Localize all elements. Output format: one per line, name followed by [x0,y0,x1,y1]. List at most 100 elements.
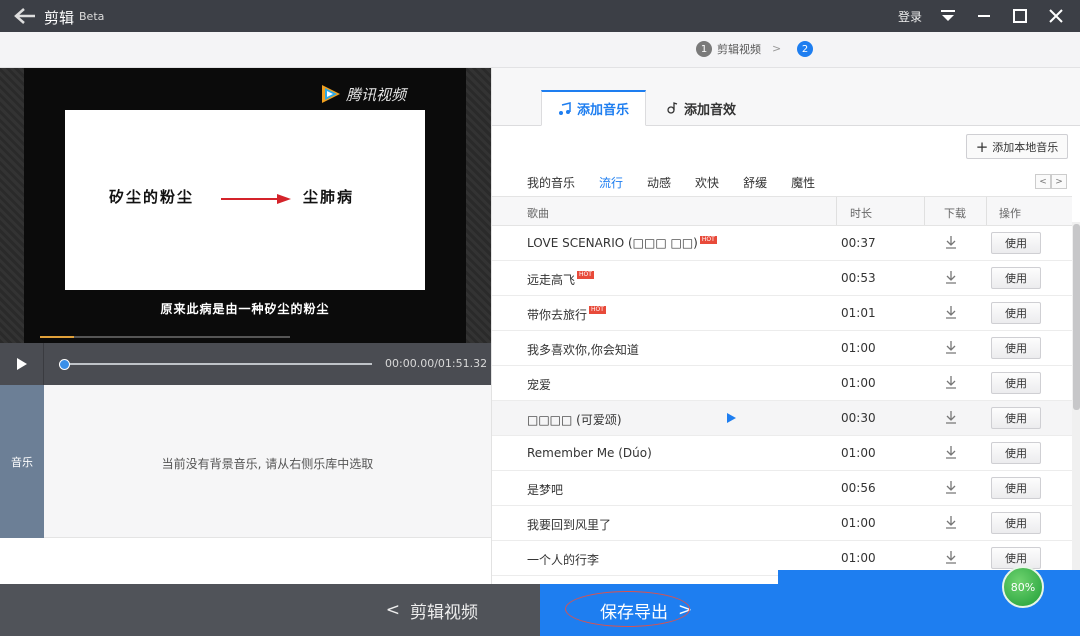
column-divider [836,197,837,225]
minimize-icon[interactable] [974,6,994,26]
category-tabs: 我的音乐 流行 动感 欢快 舒缓 魔性 [527,174,839,191]
song-row[interactable]: Remember Me (Dúo) 01:00 使用 [492,436,1072,471]
dropdown-menu-icon[interactable] [938,6,958,26]
category-soothing[interactable]: 舒缓 [743,174,767,191]
step-separator-icon: > [772,42,782,55]
slide-text-left: 矽尘的粉尘 [109,188,195,206]
column-download: 下载 [944,207,966,220]
song-title-text: Remember Me (Dúo) [527,446,652,460]
song-duration: 01:00 [841,446,876,460]
music-library-panel: 添加音乐 添加音效 + 添加本地音乐 我的音乐 流行 动感 欢快 舒缓 魔性 <… [491,68,1080,584]
song-title: 我多喜欢你,你会知道 [527,341,639,358]
use-song-button[interactable]: 使用 [991,232,1041,254]
back-arrow-icon[interactable] [14,7,36,25]
download-icon[interactable] [944,480,958,494]
song-title: 远走高飞 HOT [527,271,594,288]
song-duration: 00:37 [841,236,876,250]
song-duration: 01:00 [841,376,876,390]
hot-badge: HOT [699,236,717,244]
progress-badge: 80% [1002,566,1044,608]
slide-text-right: 尘肺病 [303,188,355,206]
song-row[interactable]: LOVE SCENARIO (□□□ □□) HOT 00:37 使用 [492,226,1072,261]
watermark: 腾讯视频 [318,82,406,106]
play-button[interactable] [0,343,44,385]
song-row[interactable]: 我要回到风里了 01:00 使用 [492,506,1072,541]
hot-badge: HOT [577,271,594,279]
use-song-button[interactable]: 使用 [991,477,1041,499]
download-icon[interactable] [944,410,958,424]
playback-progress-track[interactable] [64,363,372,365]
pager-next-button[interactable]: > [1051,174,1067,189]
category-my-music[interactable]: 我的音乐 [527,174,575,191]
song-title: LOVE SCENARIO (□□□ □□) HOT [527,236,717,250]
download-icon[interactable] [944,235,958,249]
bottom-action-bar: < 剪辑视频 保存导出 > [0,584,1080,636]
maximize-icon[interactable] [1010,6,1030,26]
title-bar: 剪辑 Beta 登录 [0,0,1080,32]
category-quirky[interactable]: 魔性 [791,174,815,191]
step-edit-video[interactable]: 1 剪辑视频 [696,41,761,57]
song-row[interactable]: 是梦吧 00:56 使用 [492,471,1072,506]
column-song: 歌曲 [527,207,549,220]
pager-prev-button[interactable]: < [1035,174,1051,189]
playback-progress-handle[interactable] [59,359,70,370]
use-song-button[interactable]: 使用 [991,302,1041,324]
song-row[interactable]: 我多喜欢你,你会知道 01:00 使用 [492,331,1072,366]
use-song-button[interactable]: 使用 [991,337,1041,359]
edit-video-button[interactable]: < 剪辑视频 [0,584,540,636]
tabs-bar: 添加音乐 添加音效 [492,68,1080,126]
song-title-text: 带你去旅行 [527,308,588,322]
download-icon[interactable] [944,550,958,564]
add-local-music-button[interactable]: + 添加本地音乐 [966,134,1068,159]
use-song-button[interactable]: 使用 [991,372,1041,394]
column-action: 操作 [999,207,1021,220]
close-icon[interactable] [1046,6,1066,26]
song-duration: 01:00 [841,516,876,530]
column-duration: 时长 [850,207,872,220]
embedded-player-bar [28,332,462,340]
tencent-video-logo-icon [322,85,340,103]
empty-music-message: 当前没有背景音乐, 请从右侧乐库中选取 [161,457,374,471]
song-list-scrollbar[interactable] [1072,222,1080,584]
song-row[interactable]: □□□□ (可爱颂) 00:30 使用 [492,401,1072,436]
use-song-button[interactable]: 使用 [991,407,1041,429]
preview-play-icon[interactable] [725,412,737,424]
song-row[interactable]: 宠爱 01:00 使用 [492,366,1072,401]
song-title: 是梦吧 [527,481,563,498]
category-cheerful[interactable]: 欢快 [695,174,719,191]
category-dynamic[interactable]: 动感 [647,174,671,191]
song-row[interactable]: 带你去旅行 HOT 01:01 使用 [492,296,1072,331]
login-link[interactable]: 登录 [898,8,922,25]
song-title: □□□□ (可爱颂) [527,411,622,428]
highlight-ring-annotation [565,591,690,627]
music-note-icon [559,101,571,115]
song-duration: 01:00 [841,341,876,355]
category-popular[interactable]: 流行 [599,174,623,191]
song-title: Remember Me (Dúo) [527,446,652,460]
download-icon[interactable] [944,445,958,459]
video-slide: 矽尘的粉尘 尘肺病 [65,110,425,290]
use-song-button[interactable]: 使用 [991,442,1041,464]
song-title-text: 是梦吧 [527,483,564,497]
use-song-button[interactable]: 使用 [991,547,1041,569]
download-icon[interactable] [944,270,958,284]
download-icon[interactable] [944,375,958,389]
song-row[interactable]: 远走高飞 HOT 00:53 使用 [492,261,1072,296]
use-song-button[interactable]: 使用 [991,267,1041,289]
step-add-music[interactable]: 2 [797,41,813,57]
video-frame[interactable]: 腾讯视频 矽尘的粉尘 尘肺病 原来此病是由一种矽尘的粉尘 [24,68,466,343]
embedded-progress-track [40,336,290,338]
scrollbar-thumb[interactable] [1073,224,1080,410]
tab-add-sound-effect[interactable]: 添加音效 [649,90,752,126]
song-duration: 01:00 [841,551,876,565]
tab-add-music[interactable]: 添加音乐 [541,90,647,126]
download-icon[interactable] [944,515,958,529]
download-icon[interactable] [944,305,958,319]
song-title-text: 我要回到风里了 [527,518,612,532]
category-pager: < > [1035,174,1067,189]
use-song-button[interactable]: 使用 [991,512,1041,534]
beta-badge: Beta [79,10,105,23]
download-icon[interactable] [944,340,958,354]
song-duration: 00:56 [841,481,876,495]
song-title-text: 宠爱 [527,378,552,392]
